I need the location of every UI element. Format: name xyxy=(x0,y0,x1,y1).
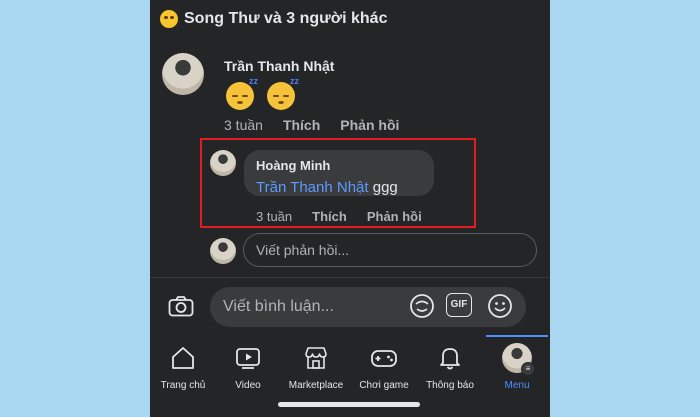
reaction-emoji-icon xyxy=(160,10,178,28)
nav-home-label: Trang chủ xyxy=(160,380,206,391)
comment-input[interactable]: Viết bình luận... GIF xyxy=(210,287,526,327)
reaction-summary[interactable]: Song Thư và 3 người khác xyxy=(160,10,387,28)
comment-time: 3 tuần xyxy=(224,117,263,133)
nav-marketplace[interactable]: Marketplace xyxy=(280,335,352,405)
highlight-frame xyxy=(200,138,476,228)
reaction-summary-text: Song Thư và 3 người khác xyxy=(184,10,388,27)
nav-home[interactable]: Trang chủ xyxy=(150,335,219,405)
gamepad-icon xyxy=(371,350,397,367)
emoji-icon[interactable] xyxy=(486,292,514,320)
comment-author[interactable]: Trần Thanh Nhật xyxy=(224,58,334,74)
nav-video[interactable]: Video xyxy=(212,335,284,405)
sleeping-face-emoji-icon: zz xyxy=(267,76,299,110)
gif-icon[interactable]: GIF xyxy=(446,293,472,317)
comment-input-placeholder: Viết bình luận... xyxy=(223,298,334,315)
sleeping-face-emoji-icon: zz xyxy=(226,76,258,110)
nav-gaming[interactable]: Chơi game xyxy=(348,335,420,405)
nav-notifications[interactable]: Thông báo xyxy=(414,335,486,405)
comment-reply-button[interactable]: Phản hồi xyxy=(340,117,399,133)
nav-marketplace-label: Marketplace xyxy=(288,380,344,391)
home-indicator xyxy=(278,402,420,407)
divider xyxy=(150,277,550,278)
phone-screen: Song Thư và 3 người khác Trần Thanh Nhật… xyxy=(150,0,550,417)
nav-menu-label: Menu xyxy=(504,380,530,391)
camera-icon[interactable] xyxy=(168,295,194,317)
comment-actions: 3 tuần Thích Phản hồi xyxy=(224,117,399,133)
sticker-icon[interactable] xyxy=(408,292,436,320)
home-icon xyxy=(172,347,194,369)
store-icon xyxy=(305,347,327,369)
nav-menu[interactable]: ≡ Menu xyxy=(481,335,550,405)
nav-video-label: Video xyxy=(235,380,261,391)
bell-icon xyxy=(440,348,460,370)
commenter-avatar[interactable] xyxy=(162,53,204,95)
comment-composer: Viết bình luận... GIF xyxy=(150,279,550,334)
my-avatar xyxy=(210,238,236,264)
nav-notifications-label: Thông báo xyxy=(426,380,474,391)
video-icon xyxy=(236,348,260,369)
reply-input[interactable]: Viết phản hồi... xyxy=(243,233,537,267)
nav-gaming-label: Chơi game xyxy=(359,380,409,391)
menu-hamburger-icon: ≡ xyxy=(521,362,535,376)
reply-input-placeholder: Viết phản hồi... xyxy=(256,242,350,258)
comment-like-button[interactable]: Thích xyxy=(283,117,320,133)
